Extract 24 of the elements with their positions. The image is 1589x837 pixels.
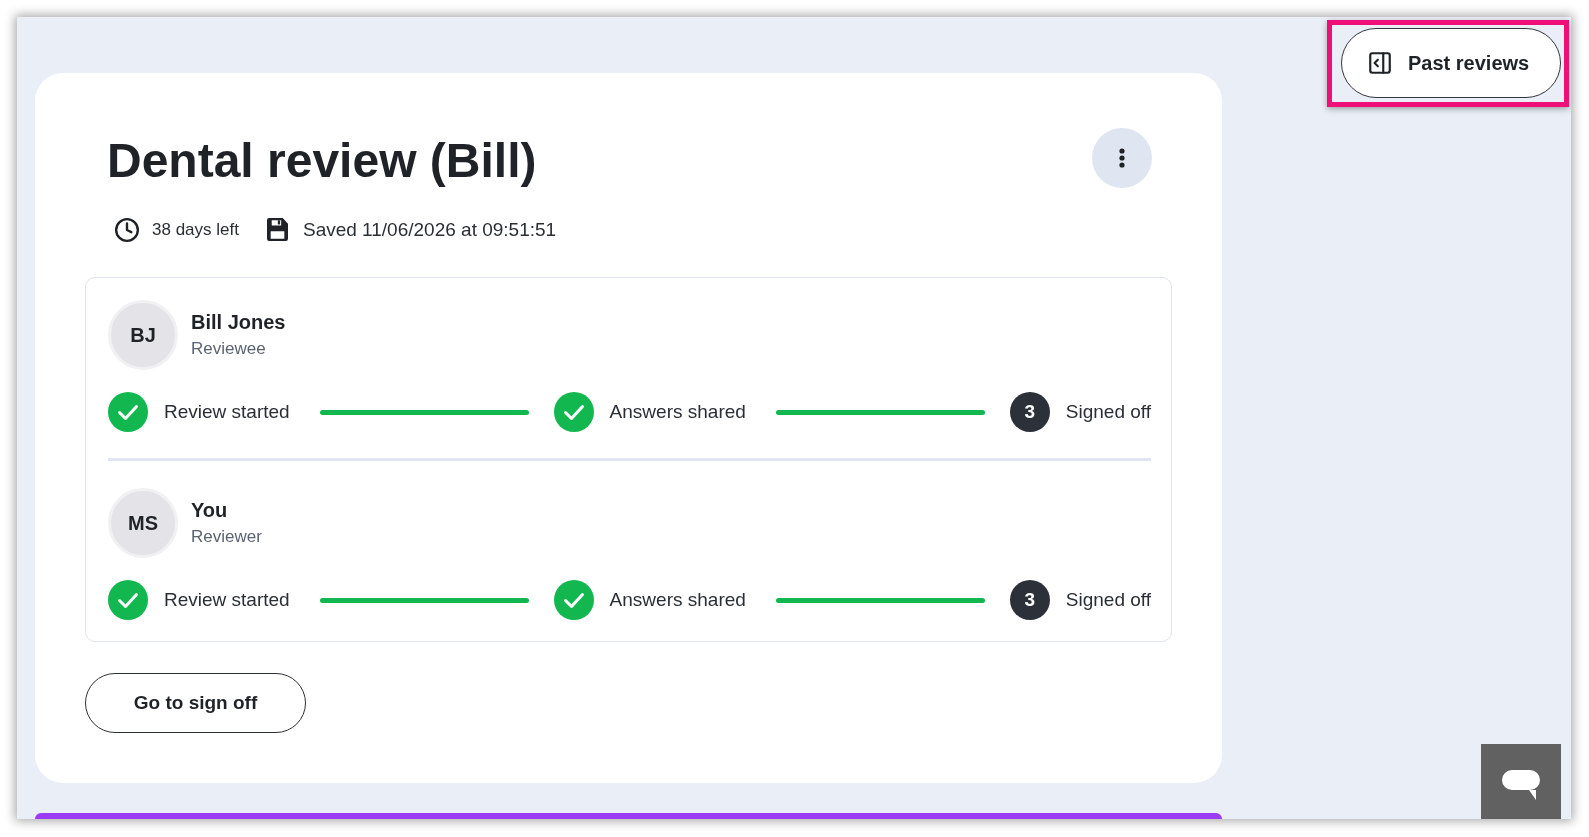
person-name: Bill Jones	[191, 310, 286, 335]
kebab-menu-icon	[1119, 148, 1125, 168]
sign-off-button[interactable]: Go to sign off	[85, 673, 306, 733]
avatar-initials: BJ	[108, 300, 178, 370]
avatar-initials: MS	[108, 488, 178, 558]
speech-bubble-icon	[1502, 769, 1540, 800]
person-name: You	[191, 498, 229, 523]
days-left-text: 38 days left	[152, 219, 239, 240]
step-number: 3	[1009, 392, 1050, 432]
step-label: Review started	[164, 401, 290, 423]
person-role: Reviewee	[191, 338, 267, 360]
step-label: Signed off	[1065, 401, 1151, 423]
side-panel-icon	[1367, 50, 1393, 76]
step-label: Review started	[164, 589, 290, 611]
saved-time-text: Saved 11/06/2026 at 09:51:51	[302, 218, 557, 241]
step-label: Signed off	[1065, 589, 1151, 611]
person-role: Reviewer	[191, 526, 262, 548]
past-reviews-button[interactable]: Past reviews	[1341, 28, 1561, 98]
step-label: Answers shared	[609, 401, 746, 423]
step-label: Answers shared	[609, 589, 746, 611]
clock-icon	[114, 216, 140, 243]
step-number: 3	[1009, 580, 1050, 620]
review-title: Dental review (Bill)	[107, 133, 537, 189]
chat-button[interactable]	[1481, 744, 1561, 819]
